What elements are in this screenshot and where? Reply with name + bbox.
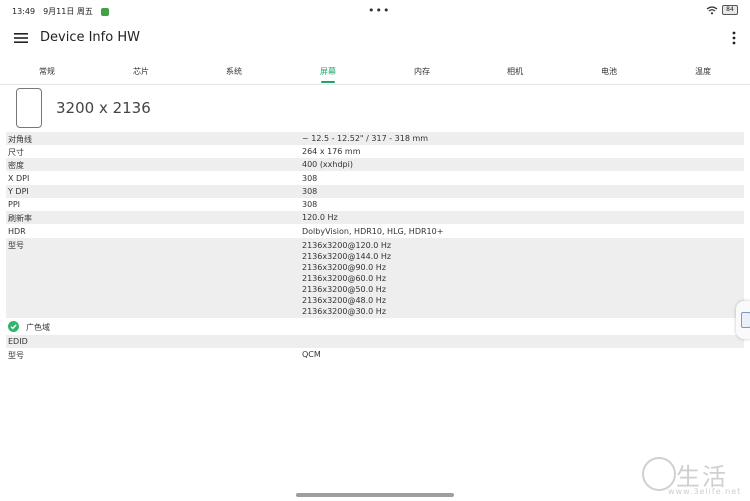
row-label: 型号 xyxy=(8,241,24,250)
app-title: Device Info HW xyxy=(40,30,140,45)
app-notification-icon xyxy=(100,7,109,16)
more-vertical-icon[interactable] xyxy=(732,31,736,45)
app-bar: Device Info HW xyxy=(0,20,750,58)
info-row-xdpi: X DPI 308 xyxy=(6,172,744,185)
info-row-diagonal: 对角线 ~ 12.5 - 12.52" / 317 - 318 mm xyxy=(6,132,744,145)
tab-bar: 常规 芯片 系统 屏幕 内存 相机 电池 温度 xyxy=(0,58,750,85)
info-row-refresh-rate: 刷新率 120.0 Hz xyxy=(6,211,744,224)
side-floating-handle[interactable] xyxy=(736,301,750,339)
row-value: DolbyVision, HDR10, HLG, HDR10+ xyxy=(302,227,444,236)
info-row-size: 尺寸 264 x 176 mm xyxy=(6,145,744,158)
tab-camera[interactable]: 相机 xyxy=(507,66,523,77)
watermark-url: www.3elife.net xyxy=(668,487,742,496)
tab-screen[interactable]: 屏幕 xyxy=(320,66,336,77)
row-value: 400 (xxhdpi) xyxy=(302,160,353,169)
row-label: 尺寸 xyxy=(8,148,24,157)
status-bar: 13:49 9月11日 周五 ••• 84 xyxy=(0,0,750,20)
row-value: 120.0 Hz xyxy=(302,213,338,222)
row-label: X DPI xyxy=(8,174,30,183)
row-label: EDID xyxy=(8,337,28,346)
tab-system[interactable]: 系统 xyxy=(226,66,242,77)
battery-level: 84 xyxy=(726,6,734,13)
info-row-display-modes: 型号 2136x3200@120.0 Hz 2136x3200@144.0 Hz… xyxy=(6,238,744,318)
info-row-wide-gamut: 广色域 xyxy=(6,319,744,334)
tab-general[interactable]: 常规 xyxy=(39,66,55,77)
row-label: 对角线 xyxy=(8,135,32,144)
display-mode: 2136x3200@120.0 Hz xyxy=(302,241,392,250)
display-mode: 2136x3200@60.0 Hz xyxy=(302,274,387,283)
home-indicator[interactable] xyxy=(296,493,454,497)
screen: 13:49 9月11日 周五 ••• 84 Device Info HW 常规 … xyxy=(0,0,750,501)
info-row-model: 型号 QCM xyxy=(6,348,744,361)
tab-memory[interactable]: 内存 xyxy=(414,66,430,77)
row-label: 刷新率 xyxy=(8,214,32,223)
row-label: HDR xyxy=(8,227,26,236)
row-value: 264 x 176 mm xyxy=(302,147,361,156)
info-row-ppi: PPI 308 xyxy=(6,198,744,211)
row-label: 广色域 xyxy=(26,323,50,332)
status-date: 9月11日 周五 xyxy=(43,7,93,16)
watermark-logo-icon xyxy=(642,457,676,491)
floating-window-icon xyxy=(741,312,750,328)
row-label: Y DPI xyxy=(8,187,29,196)
tab-battery[interactable]: 电池 xyxy=(601,66,617,77)
watermark: 生活 www.3elife.net xyxy=(642,457,746,497)
info-row-density: 密度 400 (xxhdpi) xyxy=(6,158,744,171)
screen-resolution: 3200 x 2136 xyxy=(56,99,151,117)
tablet-icon xyxy=(16,88,42,128)
display-mode: 2136x3200@48.0 Hz xyxy=(302,296,387,305)
row-label: PPI xyxy=(8,200,21,209)
row-value: 308 xyxy=(302,200,318,209)
display-mode-list: 2136x3200@120.0 Hz 2136x3200@144.0 Hz 21… xyxy=(302,240,391,317)
multitask-dots[interactable]: ••• xyxy=(368,4,390,17)
wifi-icon xyxy=(706,5,718,14)
info-row-ydpi: Y DPI 308 xyxy=(6,185,744,198)
row-label: 型号 xyxy=(8,351,24,360)
display-mode: 2136x3200@90.0 Hz xyxy=(302,263,387,272)
row-label: 密度 xyxy=(8,161,24,170)
display-mode: 2136x3200@50.0 Hz xyxy=(302,285,387,294)
row-value: QCM xyxy=(302,350,321,359)
row-value: ~ 12.5 - 12.52" / 317 - 318 mm xyxy=(302,134,429,143)
display-mode: 2136x3200@30.0 Hz xyxy=(302,307,387,316)
tab-temperature[interactable]: 温度 xyxy=(695,66,711,77)
status-time: 13:49 xyxy=(12,7,36,16)
display-mode: 2136x3200@144.0 Hz xyxy=(302,252,392,261)
battery-icon: 84 xyxy=(722,5,738,15)
info-row-hdr: HDR DolbyVision, HDR10, HLG, HDR10+ xyxy=(6,225,744,238)
row-value: 308 xyxy=(302,174,318,183)
active-tab-indicator xyxy=(321,81,335,83)
screen-header: 3200 x 2136 xyxy=(6,86,744,130)
tab-chip[interactable]: 芯片 xyxy=(133,66,149,77)
hamburger-menu-icon[interactable] xyxy=(14,32,28,44)
info-row-edid: EDID xyxy=(6,335,744,348)
check-circle-icon xyxy=(8,321,19,332)
row-value: 308 xyxy=(302,187,318,196)
